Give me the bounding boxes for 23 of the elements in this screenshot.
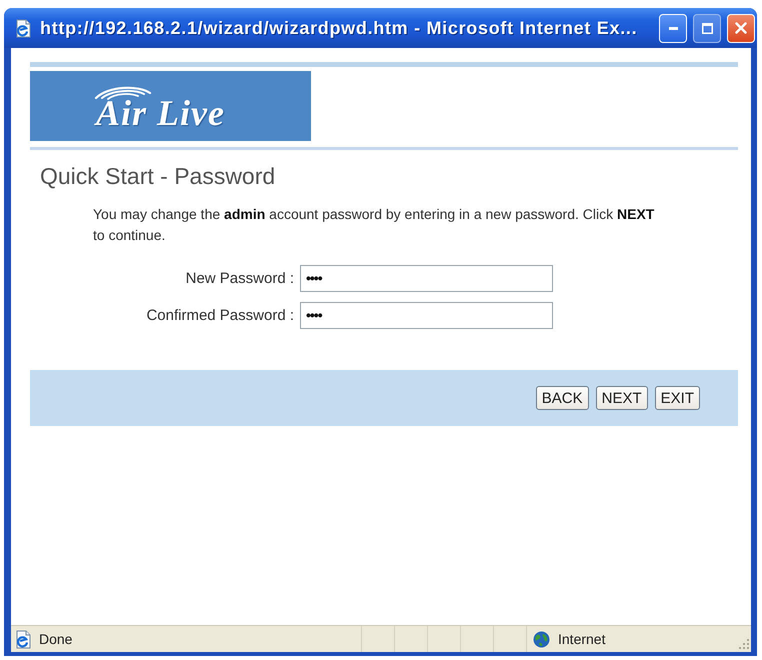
maximize-icon [702, 22, 712, 34]
field-label: New Password : [186, 270, 294, 287]
field-label: Confirmed Password : [146, 307, 294, 324]
close-button[interactable] [727, 14, 755, 42]
logo-text: Air Live [96, 96, 225, 128]
password-field[interactable]: •••• [300, 265, 553, 292]
page-heading: Quick Start - Password [40, 163, 276, 189]
arcs-icon [94, 84, 152, 100]
wizard-button[interactable]: NEXT [596, 386, 648, 410]
page-icon [14, 18, 33, 38]
instructions-text: You may change the admin account password by entering in a new password. Click NEXT to continue. [93, 205, 656, 245]
close-icon [735, 22, 747, 34]
page-icon [14, 630, 33, 648]
wizard-button[interactable]: EXIT [654, 386, 700, 410]
minimize-button[interactable] [659, 14, 687, 42]
status-text: Done [39, 631, 72, 647]
window-title: http://192.168.2.1/wizard/wizardpwd.htm - Microsoft Internet Ex... [40, 18, 638, 38]
globe-icon [533, 630, 550, 648]
zone-text: Internet [558, 631, 606, 647]
resize-grip-icon[interactable] [739, 639, 749, 649]
wizard-button[interactable]: BACK [536, 386, 589, 410]
password-field[interactable]: •••• [300, 302, 553, 329]
minimize-icon [668, 26, 678, 30]
